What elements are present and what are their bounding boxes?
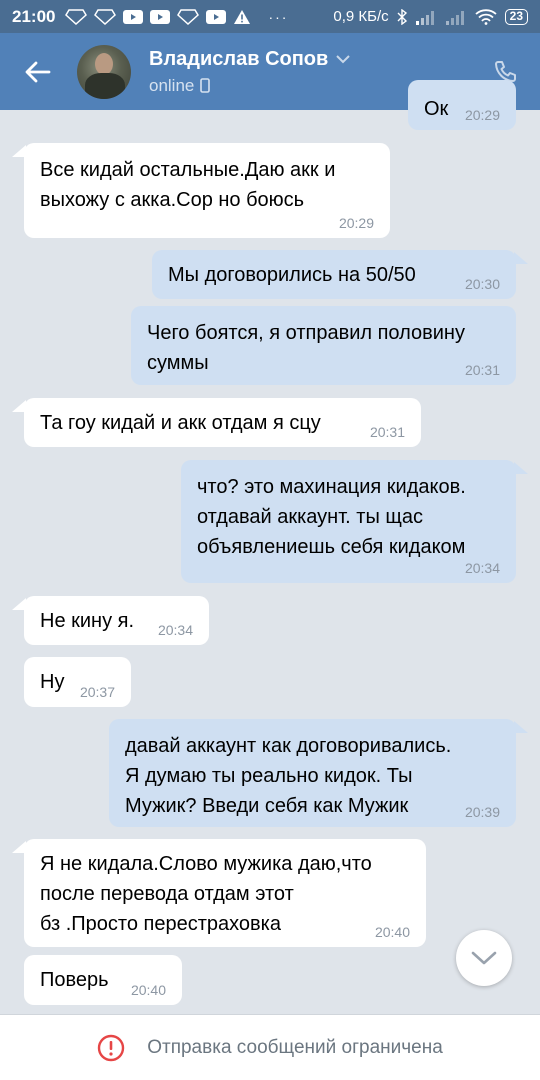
message-outgoing[interactable]: Чего боятся, я отправил половину суммы 2… bbox=[131, 306, 516, 385]
message-text-line: отдавай аккаунт. ты щас bbox=[197, 506, 423, 528]
message-outgoing[interactable]: Ок 20:29 bbox=[408, 80, 516, 130]
message-time: 20:34 bbox=[157, 622, 193, 638]
signal-icon bbox=[415, 10, 434, 25]
more-icon: ··· bbox=[268, 8, 289, 25]
message-time: 20:31 bbox=[464, 362, 500, 378]
youtube-icon bbox=[206, 9, 227, 24]
warning-icon bbox=[234, 9, 251, 24]
contact-status-row: online bbox=[149, 76, 350, 96]
message-time: 20:30 bbox=[464, 276, 500, 292]
message-text-line: бз .Просто перестраховка bbox=[40, 913, 281, 935]
message-text-line: Я думаю ты реально кидок. Ты bbox=[125, 765, 413, 787]
avatar[interactable] bbox=[77, 44, 131, 99]
signal-icon bbox=[445, 10, 464, 25]
message-time: 20:31 bbox=[369, 424, 405, 440]
scroll-down-button[interactable] bbox=[456, 930, 512, 986]
message-time: 20:29 bbox=[338, 215, 374, 231]
message-incoming[interactable]: Та гоу кидай и акк отдам я сцу 20:31 bbox=[24, 398, 421, 447]
bubble-tail bbox=[12, 598, 26, 610]
wifi-icon bbox=[475, 8, 497, 25]
message-text-line: после перевода отдам этот bbox=[40, 883, 294, 905]
diamond-icon bbox=[94, 8, 117, 25]
message-text-line: что? это махинация кидаков. bbox=[197, 476, 466, 498]
message-text-line: выхожу с акка.Сор но боюсь bbox=[40, 189, 305, 211]
message-time: 20:40 bbox=[130, 982, 166, 998]
bubble-tail bbox=[514, 462, 528, 474]
message-time: 20:29 bbox=[464, 107, 500, 123]
contact-info[interactable]: Владислав Сопов online bbox=[149, 47, 351, 96]
message-text: Та гоу кидай и акк отдам я сцу bbox=[40, 412, 321, 434]
bubble-tail bbox=[12, 400, 26, 412]
contact-status: online bbox=[149, 75, 195, 95]
message-outgoing[interactable]: что? это махинация кидаков. отдавай акка… bbox=[181, 460, 516, 583]
avatar-body bbox=[85, 72, 125, 99]
message-incoming[interactable]: Все кидай остальные.Даю акк и выхожу с а… bbox=[24, 143, 390, 238]
bubble-tail bbox=[514, 721, 528, 733]
message-text-line: объявлениешь себя кидаком bbox=[197, 536, 466, 558]
restricted-message: Отправка сообщений ограничена bbox=[147, 1036, 443, 1058]
message-text-line: Все кидай остальные.Даю акк и bbox=[40, 159, 336, 181]
bubble-tail bbox=[12, 145, 26, 157]
message-time: 20:40 bbox=[374, 924, 410, 940]
battery-indicator: 23 bbox=[504, 8, 528, 25]
message-text-line: Я не кидала.Слово мужика даю,что bbox=[40, 853, 372, 875]
bubble-tail bbox=[12, 841, 26, 853]
message-text-line: Чего боятся, я отправил половину bbox=[147, 322, 465, 344]
back-button[interactable] bbox=[0, 33, 76, 110]
message-text: Мы договорились на 50/50 bbox=[168, 264, 416, 286]
message-incoming[interactable]: Не кину я. 20:34 bbox=[24, 596, 209, 645]
contact-name-row: Владислав Сопов bbox=[149, 47, 351, 71]
messaging-restricted-bar: Отправка сообщений ограничена bbox=[0, 1014, 540, 1080]
notification-icons: ··· bbox=[65, 9, 288, 25]
bubble-tail bbox=[514, 252, 528, 264]
status-time: 21:00 bbox=[12, 6, 56, 26]
status-right: 0,9 КБ/с 23 bbox=[333, 8, 528, 25]
message-outgoing[interactable]: Мы договорились на 50/50 20:30 bbox=[152, 250, 516, 299]
status-bar: 21:00 ··· 0,9 КБ/с 23 bbox=[0, 0, 540, 33]
message-time: 20:37 bbox=[79, 684, 115, 700]
message-outgoing[interactable]: давай аккаунт как договоривались. Я дума… bbox=[109, 719, 516, 827]
arrow-left-icon bbox=[25, 61, 51, 82]
alert-circle-icon bbox=[98, 1034, 125, 1061]
message-incoming[interactable]: Поверь 20:40 bbox=[24, 955, 182, 1005]
youtube-icon bbox=[150, 9, 171, 24]
chevron-down-icon bbox=[471, 951, 497, 965]
message-incoming[interactable]: Я не кидала.Слово мужика даю,что после п… bbox=[24, 839, 426, 947]
diamond-icon bbox=[177, 8, 200, 25]
message-text-line: Мужик? Введи себя как Мужик bbox=[125, 795, 409, 817]
message-time: 20:39 bbox=[464, 804, 500, 820]
message-text-line: суммы bbox=[147, 352, 209, 374]
message-incoming[interactable]: Ну 20:37 bbox=[24, 657, 131, 707]
contact-name: Владислав Сопов bbox=[149, 47, 329, 70]
bluetooth-icon bbox=[397, 8, 407, 25]
avatar-face bbox=[95, 52, 113, 75]
message-time: 20:34 bbox=[464, 560, 500, 576]
diamond-icon bbox=[65, 8, 88, 25]
network-speed: 0,9 КБ/с bbox=[333, 8, 389, 25]
mobile-icon bbox=[200, 78, 211, 93]
youtube-icon bbox=[123, 9, 144, 24]
message-text-line: давай аккаунт как договоривались. bbox=[125, 735, 452, 757]
chevron-down-icon bbox=[336, 54, 351, 63]
